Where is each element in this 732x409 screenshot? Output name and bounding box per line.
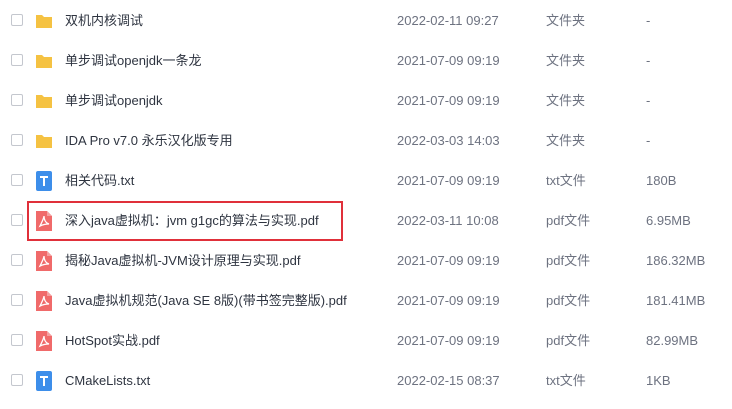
file-list: 双机内核调试 2022-02-11 09:27 文件夹 - 单步调试openjd… <box>0 0 732 409</box>
file-name[interactable]: HotSpot实战.pdf <box>65 332 160 350</box>
file-date: 2022-03-03 14:03 <box>397 133 500 148</box>
file-size: 181.41MB <box>646 293 706 308</box>
file-date: 2021-07-09 09:19 <box>397 173 500 188</box>
folder-icon <box>36 135 52 148</box>
file-row[interactable]: CMakeLists.txt 2022-02-15 08:37 txt文件 1K… <box>0 361 732 401</box>
file-name[interactable]: 深入java虚拟机：jvm g1gc的算法与实现.pdf <box>65 212 319 230</box>
row-checkbox[interactable] <box>11 54 23 66</box>
file-size: - <box>646 53 651 68</box>
row-checkbox[interactable] <box>11 374 23 386</box>
file-size: 6.95MB <box>646 213 691 228</box>
row-checkbox[interactable] <box>11 334 23 346</box>
file-type: 文件夹 <box>546 93 586 108</box>
file-size: 186.32MB <box>646 253 706 268</box>
file-row[interactable]: 相关代码.txt 2021-07-09 09:19 txt文件 180B <box>0 161 732 201</box>
file-size: - <box>646 93 651 108</box>
file-date: 2022-02-15 08:37 <box>397 373 500 388</box>
folder-icon <box>36 15 52 28</box>
file-row[interactable]: 深入java虚拟机：jvm g1gc的算法与实现.pdf 2022-03-11 … <box>0 201 732 241</box>
pdf-file-icon <box>36 291 52 311</box>
file-type: pdf文件 <box>546 333 591 348</box>
row-checkbox[interactable] <box>11 294 23 306</box>
row-checkbox[interactable] <box>11 214 23 226</box>
file-row[interactable]: 单步调试openjdk 2021-07-09 09:19 文件夹 - <box>0 81 732 121</box>
file-name[interactable]: 相关代码.txt <box>65 172 134 190</box>
pdf-file-icon <box>36 211 52 231</box>
folder-icon <box>36 55 52 68</box>
file-type: pdf文件 <box>546 213 591 228</box>
pdf-file-icon <box>36 331 52 351</box>
file-row[interactable]: HotSpot实战.pdf 2021-07-09 09:19 pdf文件 82.… <box>0 321 732 361</box>
pdf-file-icon <box>36 251 52 271</box>
file-row[interactable]: IDA Pro v7.0 永乐汉化版专用 2022-03-03 14:03 文件… <box>0 121 732 161</box>
file-type: pdf文件 <box>546 253 591 268</box>
file-size: 82.99MB <box>646 333 699 348</box>
file-date: 2022-03-11 10:08 <box>397 213 499 228</box>
file-type: pdf文件 <box>546 293 591 308</box>
row-checkbox[interactable] <box>11 134 23 146</box>
file-row[interactable]: Java虚拟机规范(Java SE 8版)(带书签完整版).pdf 2021-0… <box>0 281 732 321</box>
file-size: - <box>646 13 651 28</box>
file-row[interactable]: 揭秘Java虚拟机-JVM设计原理与实现.pdf 2021-07-09 09:1… <box>0 241 732 281</box>
file-type: 文件夹 <box>546 53 586 68</box>
file-name[interactable]: Java虚拟机规范(Java SE 8版)(带书签完整版).pdf <box>65 292 347 310</box>
row-checkbox[interactable] <box>11 14 23 26</box>
file-name[interactable]: CMakeLists.txt <box>65 372 150 390</box>
file-size: 180B <box>646 173 677 188</box>
file-name[interactable]: 揭秘Java虚拟机-JVM设计原理与实现.pdf <box>65 252 300 270</box>
file-size: 1KB <box>646 373 671 388</box>
file-type: 文件夹 <box>546 133 586 148</box>
file-date: 2021-07-09 09:19 <box>397 293 500 308</box>
file-date: 2021-07-09 09:19 <box>397 53 500 68</box>
file-type: txt文件 <box>546 373 586 388</box>
file-date: 2022-02-11 09:27 <box>397 13 499 28</box>
file-date: 2021-07-09 09:19 <box>397 93 500 108</box>
file-name[interactable]: 单步调试openjdk <box>65 92 163 110</box>
file-date: 2021-07-09 09:19 <box>397 253 500 268</box>
txt-file-icon <box>36 171 52 191</box>
file-name[interactable]: IDA Pro v7.0 永乐汉化版专用 <box>65 132 233 150</box>
row-checkbox[interactable] <box>11 254 23 266</box>
row-checkbox[interactable] <box>11 174 23 186</box>
file-type: txt文件 <box>546 173 586 188</box>
file-row[interactable]: 单步调试openjdk一条龙 2021-07-09 09:19 文件夹 - <box>0 41 732 81</box>
file-row[interactable]: 双机内核调试 2022-02-11 09:27 文件夹 - <box>0 1 732 41</box>
folder-icon <box>36 95 52 108</box>
file-type: 文件夹 <box>546 13 586 28</box>
file-name[interactable]: 单步调试openjdk一条龙 <box>65 52 202 70</box>
row-checkbox[interactable] <box>11 94 23 106</box>
file-name[interactable]: 双机内核调试 <box>65 12 143 30</box>
file-date: 2021-07-09 09:19 <box>397 333 500 348</box>
file-size: - <box>646 133 651 148</box>
txt-file-icon <box>36 371 52 391</box>
